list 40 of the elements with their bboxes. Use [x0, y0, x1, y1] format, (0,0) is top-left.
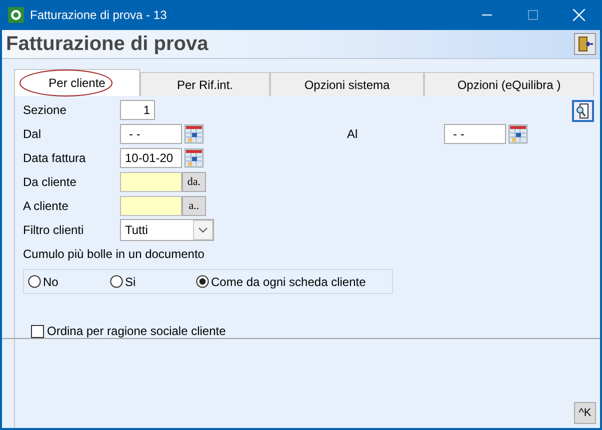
tab[interactable]: Opzioni (eQuilibra ) [424, 72, 594, 96]
field-label: Sezione [23, 103, 68, 117]
field-label: Da cliente [23, 175, 78, 189]
exit-button[interactable] [574, 33, 596, 55]
radio-label[interactable]: Si [125, 274, 136, 289]
calendar-icon[interactable] [184, 124, 204, 144]
field-label: Filtro clienti [23, 223, 85, 237]
caret-icon[interactable] [193, 220, 213, 240]
field-label: A cliente [23, 199, 70, 213]
date-field[interactable]: - - [120, 124, 182, 144]
radio-button[interactable] [28, 275, 41, 288]
input-field[interactable]: 1 [120, 100, 155, 120]
lookup-button[interactable]: a.. [182, 196, 206, 216]
lookup-button[interactable]: da. [182, 172, 206, 192]
field-label: Data fattura [23, 151, 87, 165]
input-field[interactable] [120, 196, 182, 216]
radio-button[interactable] [110, 275, 123, 288]
form-title: Fatturazione di prova [6, 32, 210, 56]
checkbox-label[interactable]: Ordina per ragione sociale cliente [47, 324, 226, 338]
window-title: Fatturazione di prova - 13 [30, 8, 168, 22]
group-label: Cumulo più bolle in un documento [23, 246, 204, 261]
tab[interactable]: Per Rif.int. [140, 72, 270, 96]
tab[interactable]: Per cliente [14, 69, 140, 96]
field-label: Al [347, 127, 359, 141]
radio-label[interactable]: No [43, 274, 58, 289]
date-field[interactable]: - - [444, 124, 506, 144]
tab[interactable]: Opzioni sistema [270, 72, 424, 96]
preview-button[interactable] [572, 100, 594, 122]
input-field[interactable] [120, 172, 182, 192]
field-label: Dal [23, 127, 42, 141]
date-field[interactable]: 10-01-20 [120, 148, 182, 168]
calendar-icon[interactable] [184, 148, 204, 168]
checkbox[interactable] [31, 324, 44, 338]
radio-button[interactable] [196, 275, 209, 288]
close-icon[interactable] [573, 9, 585, 21]
dropdown[interactable]: Tutti [120, 219, 214, 241]
radio-label[interactable]: Come da ogni scheda cliente [211, 274, 366, 289]
calendar-icon[interactable] [508, 124, 528, 144]
shortcut-button[interactable]: ^K [574, 402, 596, 424]
app-icon [8, 7, 24, 23]
